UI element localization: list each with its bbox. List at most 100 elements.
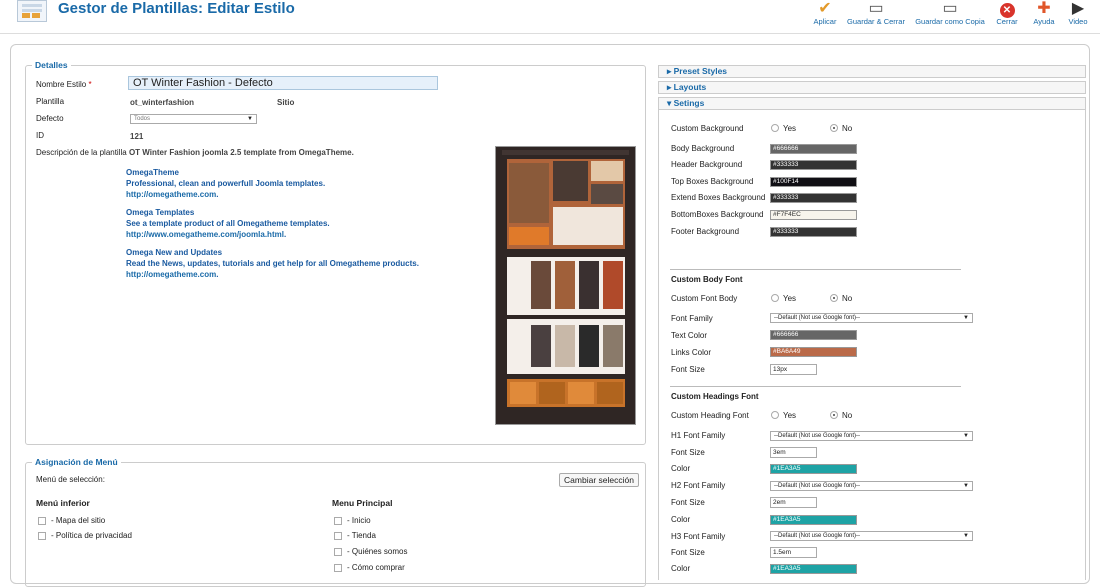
extend-boxes-background-color-input[interactable]: #333333 — [770, 193, 857, 203]
h1-font-family-label: H1 Font Family — [671, 431, 726, 440]
h3-font-size-input[interactable]: 1.5em — [770, 547, 817, 558]
h3-color-label: Color — [671, 564, 691, 573]
h1-color-input[interactable]: #1EA3A5 — [770, 464, 857, 474]
top-boxes-background-label: Top Boxes Background — [671, 177, 754, 186]
template-thumbnail — [495, 146, 636, 425]
description-row: Descripción de la plantilla OT Winter Fa… — [36, 148, 354, 157]
divider — [670, 386, 961, 387]
custom-font-body-yes-radio[interactable] — [771, 294, 779, 302]
bottom-boxes-background-label: BottomBoxes Background — [671, 210, 764, 219]
menu-checkbox[interactable] — [334, 548, 342, 556]
h2-font-family-select[interactable]: --Default (Not use Google font)-- ▼ — [770, 481, 973, 491]
omegatheme-link[interactable]: http://omegatheme.com — [126, 190, 216, 199]
template-value: ot_winterfashion — [130, 98, 195, 107]
save-copy-icon: ▭ — [942, 0, 958, 17]
main-menu-title: Menu Principal — [332, 498, 393, 508]
layouts-header[interactable]: ▸ Layouts — [658, 81, 1086, 94]
h2-font-size-label: Font Size — [671, 498, 705, 507]
close-button[interactable]: ✕ Cerrar — [993, 0, 1021, 30]
yes-label: Yes — [783, 294, 797, 303]
menu-checkbox[interactable] — [334, 517, 342, 525]
id-value: 121 — [130, 132, 144, 141]
yes-label: Yes — [783, 411, 797, 420]
save-copy-button[interactable]: ▭ Guardar como Copia — [913, 0, 987, 30]
no-label: No — [842, 411, 853, 420]
links-color-label: Links Color — [671, 348, 712, 357]
custom-font-body-label: Custom Font Body — [671, 294, 738, 303]
description-block-3: Omega New and Updates Read the News, upd… — [126, 248, 419, 279]
template-manager-icon — [17, 0, 47, 22]
triangle-right-icon: ▸ — [667, 66, 674, 76]
check-icon: ✔ — [818, 0, 832, 17]
footer-background-label: Footer Background — [671, 227, 740, 236]
description-block-2: Omega Templates See a template product o… — [126, 208, 330, 239]
apply-button[interactable]: ✔ Aplicar — [808, 0, 842, 30]
h2-font-family-label: H2 Font Family — [671, 481, 726, 490]
body-background-label: Body Background — [671, 144, 735, 153]
details-legend: Detalles — [35, 60, 68, 70]
menu-item-label: - Inicio — [347, 516, 371, 525]
header-background-label: Header Background — [671, 160, 743, 169]
divider — [670, 269, 961, 270]
h1-font-family-select[interactable]: --Default (Not use Google font)-- ▼ — [770, 431, 973, 441]
h3-font-size-label: Font Size — [671, 548, 705, 557]
custom-font-body-no-radio[interactable] — [830, 294, 838, 302]
h3-font-family-label: H3 Font Family — [671, 532, 726, 541]
no-label: No — [842, 124, 853, 133]
links-color-input[interactable]: #BA6A49 — [770, 347, 857, 357]
custom-heading-font-yes-radio[interactable] — [771, 411, 779, 419]
h2-font-size-input[interactable]: 2em — [770, 497, 817, 508]
yes-label: Yes — [783, 124, 797, 133]
default-label: Defecto — [36, 114, 64, 123]
triangle-right-icon: ▸ — [667, 82, 674, 92]
menu-item-label: - Política de privacidad — [51, 531, 132, 540]
style-name-label: Nombre Estilo * — [36, 80, 92, 89]
body-font-family-select[interactable]: --Default (Not use Google font)-- ▼ — [770, 313, 973, 323]
font-size-label: Font Size — [671, 365, 705, 374]
h2-color-input[interactable]: #1EA3A5 — [770, 515, 857, 525]
omega-news-link[interactable]: http://omegatheme.com — [126, 270, 216, 279]
id-label: ID — [36, 131, 44, 140]
bottom-boxes-background-color-input[interactable]: #F7F4EC — [770, 210, 857, 220]
menu-checkbox[interactable] — [334, 564, 342, 572]
h3-font-family-select[interactable]: --Default (Not use Google font)-- ▼ — [770, 531, 973, 541]
menu-assignment-legend: Asignación de Menú — [35, 457, 118, 467]
menu-checkbox[interactable] — [334, 532, 342, 540]
settings-header[interactable]: ▾ Setings — [658, 97, 1086, 110]
video-button[interactable]: ▶ Video — [1064, 0, 1092, 30]
help-button[interactable]: ✚ Ayuda — [1030, 0, 1058, 30]
h1-font-size-input[interactable]: 3em — [770, 447, 817, 458]
triangle-down-icon: ▾ — [667, 98, 674, 108]
omega-templates-link[interactable]: http://www.omegatheme.com/joomla.html — [126, 230, 284, 239]
footer-background-color-input[interactable]: #333333 — [770, 227, 857, 237]
help-icon: ✚ — [1037, 0, 1051, 17]
save-icon: ▭ — [868, 0, 884, 17]
menu-item-label: - Mapa del sitio — [51, 516, 106, 525]
default-select[interactable]: Todos ▼ — [130, 114, 257, 124]
custom-headings-font-title: Custom Headings Font — [671, 392, 759, 401]
custom-background-no-radio[interactable] — [830, 124, 838, 132]
header-background-color-input[interactable]: #333333 — [770, 160, 857, 170]
top-boxes-background-color-input[interactable]: #100F14 — [770, 177, 857, 187]
h2-color-label: Color — [671, 515, 691, 524]
chevron-down-icon: ▼ — [963, 315, 969, 321]
menu-item-label: - Tienda — [347, 531, 376, 540]
custom-background-yes-radio[interactable] — [771, 124, 779, 132]
no-label: No — [842, 294, 853, 303]
preset-styles-header[interactable]: ▸ Preset Styles — [658, 65, 1086, 78]
menu-checkbox[interactable] — [38, 517, 46, 525]
text-color-label: Text Color — [671, 331, 708, 340]
description-block-1: OmegaTheme Professional, clean and power… — [126, 168, 326, 199]
extend-boxes-background-label: Extend Boxes Background — [671, 193, 766, 202]
chevron-down-icon: ▼ — [963, 483, 969, 489]
menu-checkbox[interactable] — [38, 532, 46, 540]
body-background-color-input[interactable]: #666666 — [770, 144, 857, 154]
page-title: Gestor de Plantillas: Editar Estilo — [58, 0, 295, 17]
body-font-size-input[interactable]: 13px — [770, 364, 817, 375]
custom-body-font-title: Custom Body Font — [671, 275, 743, 284]
change-selection-button[interactable]: Cambiar selección — [559, 473, 639, 487]
text-color-input[interactable]: #666666 — [770, 330, 857, 340]
custom-heading-font-no-radio[interactable] — [830, 411, 838, 419]
style-name-input[interactable]: OT Winter Fashion - Defecto — [128, 76, 438, 90]
save-close-button[interactable]: ▭ Guardar & Cerrar — [846, 0, 906, 30]
